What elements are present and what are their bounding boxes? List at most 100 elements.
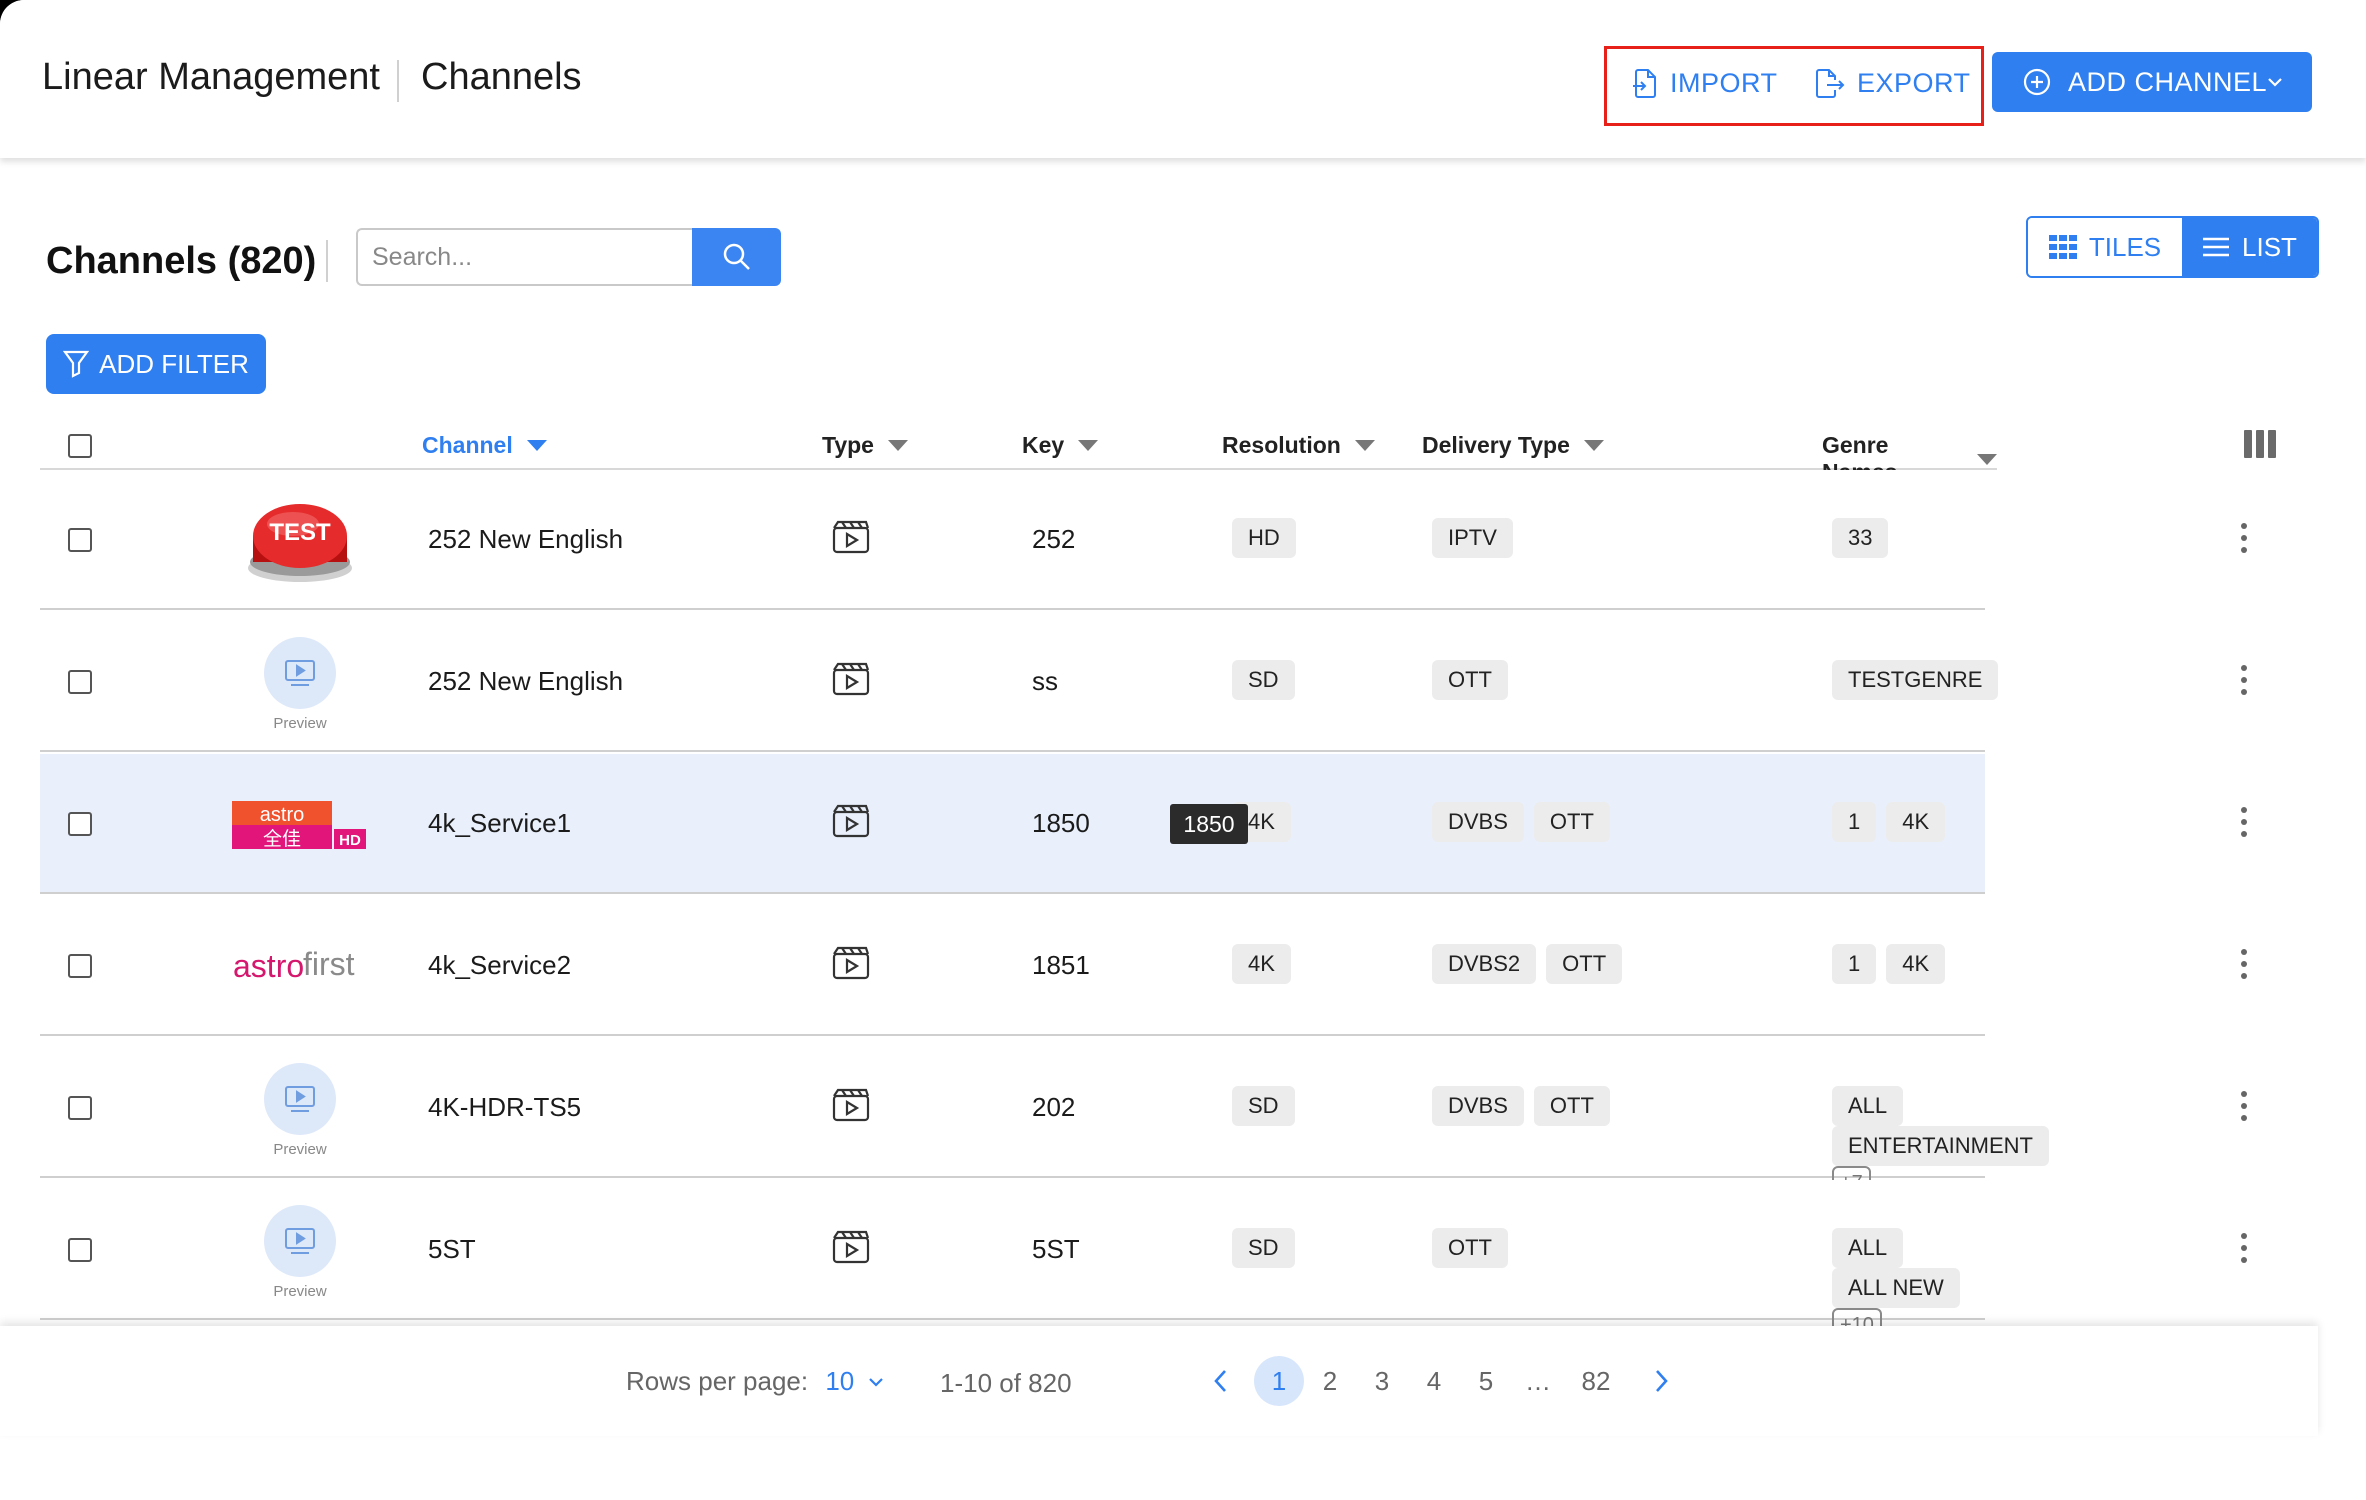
- sort-arrow-icon: [1078, 440, 1099, 451]
- list-icon: [2203, 237, 2230, 257]
- table-row[interactable]: Preview 252 New English ss SD OTT TESTGE…: [40, 612, 2247, 752]
- page-5-button[interactable]: 5: [1461, 1356, 1511, 1406]
- channel-name[interactable]: 252 New English: [428, 524, 623, 555]
- channel-logo-astro-first: astro first: [200, 918, 400, 1018]
- table-row[interactable]: Preview 5ST 5ST SD OTT ALLALL NEW+10: [40, 1180, 2247, 1343]
- row-checkbox[interactable]: [68, 528, 92, 552]
- row-checkbox[interactable]: [68, 954, 92, 978]
- next-page-button[interactable]: [1636, 1356, 1686, 1406]
- table-row[interactable]: TEST 252 New English 252 HD IPTV 33: [40, 470, 2247, 610]
- delivery-tag: OTT: [1533, 802, 1610, 842]
- sort-arrow-icon: [526, 440, 547, 451]
- genre-cell: 1 4K: [1832, 944, 1955, 984]
- row-menu-icon[interactable]: [2240, 1088, 2248, 1124]
- logo-text: astro: [260, 804, 304, 826]
- breadcrumb-root[interactable]: Linear Management: [42, 56, 380, 99]
- export-button[interactable]: EXPORT: [1815, 62, 1971, 104]
- resolution-tag: SD: [1232, 1086, 1295, 1126]
- row-menu-icon[interactable]: [2240, 804, 2248, 840]
- export-label: EXPORT: [1857, 67, 1971, 98]
- channel-name[interactable]: 4k_Service2: [428, 950, 571, 981]
- page-4-button[interactable]: 4: [1409, 1356, 1459, 1406]
- genre-tag: ALL: [1832, 1086, 1904, 1126]
- delivery-cell: DVBS OTT: [1432, 802, 1620, 842]
- channel-key: 1850: [1032, 808, 1090, 838]
- row-menu-icon[interactable]: [2240, 1230, 2248, 1266]
- column-header-type[interactable]: Type: [822, 432, 908, 459]
- column-header-key[interactable]: Key: [1022, 432, 1099, 459]
- import-button[interactable]: IMPORT: [1632, 62, 1778, 104]
- page-82-button[interactable]: 82: [1571, 1356, 1621, 1406]
- delivery-cell: OTT: [1432, 1228, 1518, 1268]
- delivery-tag: OTT: [1432, 660, 1508, 700]
- view-toggle: TILES LIST: [2026, 216, 2319, 278]
- delivery-tag: DVBS2: [1432, 944, 1537, 984]
- channel-name[interactable]: 252 New English: [428, 666, 623, 697]
- row-checkbox[interactable]: [68, 812, 92, 836]
- delivery-tag: OTT: [1546, 944, 1623, 984]
- channel-logo-preview: Preview: [200, 1202, 400, 1302]
- list-view-button[interactable]: LIST: [2182, 218, 2317, 276]
- row-checkbox[interactable]: [68, 1096, 92, 1120]
- sort-arrow-icon: [1354, 440, 1375, 451]
- video-clapper-icon: [832, 804, 870, 838]
- channel-name[interactable]: 4K-HDR-TS5: [428, 1092, 581, 1123]
- page-1-button[interactable]: 1: [1254, 1356, 1304, 1406]
- column-label-key: Key: [1022, 432, 1065, 458]
- resolution-tag: 4K: [1232, 944, 1291, 984]
- channel-logo-preview: Preview: [200, 1060, 400, 1160]
- pagination-bar: Rows per page: 10 1-10 of 820 1 2 3 4 5 …: [0, 1326, 2318, 1436]
- page-ellipsis: …: [1525, 1365, 1551, 1396]
- rows-per-page-value: 10: [825, 1366, 855, 1396]
- add-channel-label: ADD CHANNEL: [2068, 66, 2268, 97]
- breadcrumb-current: Channels: [421, 56, 582, 98]
- row-checkbox[interactable]: [68, 1238, 92, 1262]
- genre-tag: ALL: [1832, 1228, 1904, 1268]
- tiles-view-button[interactable]: TILES: [2028, 218, 2182, 276]
- delivery-tag: OTT: [1432, 1228, 1508, 1268]
- search-button[interactable]: [692, 228, 781, 286]
- row-checkbox[interactable]: [68, 670, 92, 694]
- row-menu-icon[interactable]: [2240, 520, 2248, 556]
- columns-icon[interactable]: [2244, 430, 2276, 458]
- row-menu-icon[interactable]: [2240, 946, 2248, 982]
- channel-name[interactable]: 5ST: [428, 1234, 476, 1265]
- table-row[interactable]: astro 全佳 HD 4k_Service1 1850 4K DVBS OTT …: [40, 754, 2247, 894]
- genre-tag: 33: [1832, 518, 1889, 558]
- prev-page-button[interactable]: [1196, 1356, 1246, 1406]
- rows-per-page-select[interactable]: 10: [825, 1366, 883, 1396]
- preview-placeholder-icon: [264, 1204, 336, 1277]
- table-row[interactable]: Preview 4K-HDR-TS5 202 SD DVBS OTT ALLENT…: [40, 1038, 2247, 1201]
- channel-key: ss: [1032, 666, 1058, 696]
- logo-cjk-text: 全佳: [263, 828, 301, 850]
- app-frame: Linear Management Channels IMPORT EXPORT: [0, 0, 2366, 1500]
- chevron-down-icon[interactable]: [2266, 70, 2284, 94]
- page-3-button[interactable]: 3: [1357, 1356, 1407, 1406]
- row-menu-icon[interactable]: [2240, 662, 2248, 698]
- genre-tag: TESTGENRE: [1832, 660, 1999, 700]
- resolution-cell: SD: [1232, 1086, 1305, 1126]
- sort-arrow-icon: [1583, 440, 1604, 451]
- file-export-icon: [1816, 69, 1845, 98]
- genre-tag: 4K: [1886, 944, 1946, 984]
- rows-per-page-label: Rows per page:: [626, 1366, 809, 1396]
- table-row[interactable]: astro first 4k_Service2 1851 4K DVBS2 OTT…: [40, 896, 2247, 1036]
- page-range: 1-10 of 820: [940, 1368, 1072, 1398]
- genre-cell: ALLALL NEW+10: [1832, 1228, 1985, 1343]
- page-2-button[interactable]: 2: [1305, 1356, 1355, 1406]
- column-header-resolution[interactable]: Resolution: [1222, 432, 1375, 459]
- channel-logo-test: TEST: [200, 492, 400, 592]
- add-filter-button[interactable]: ADD FILTER: [46, 334, 266, 394]
- select-all-checkbox[interactable]: [68, 434, 92, 458]
- breadcrumb-divider: [397, 60, 399, 102]
- search-input[interactable]: Search...: [356, 228, 692, 286]
- add-channel-button[interactable]: ADD CHANNEL: [1992, 52, 2312, 112]
- preview-label: Preview: [273, 1140, 327, 1158]
- channel-logo-astro-quanjia: astro 全佳 HD: [200, 776, 400, 876]
- channel-name[interactable]: 4k_Service1: [428, 808, 571, 839]
- column-header-channel[interactable]: Channel: [422, 432, 547, 459]
- genre-tag: ENTERTAINMENT: [1832, 1126, 2049, 1166]
- resolution-cell: 4K: [1232, 944, 1301, 984]
- column-header-delivery-type[interactable]: Delivery Type: [1422, 432, 1604, 459]
- page-title: Channels (820): [46, 240, 317, 282]
